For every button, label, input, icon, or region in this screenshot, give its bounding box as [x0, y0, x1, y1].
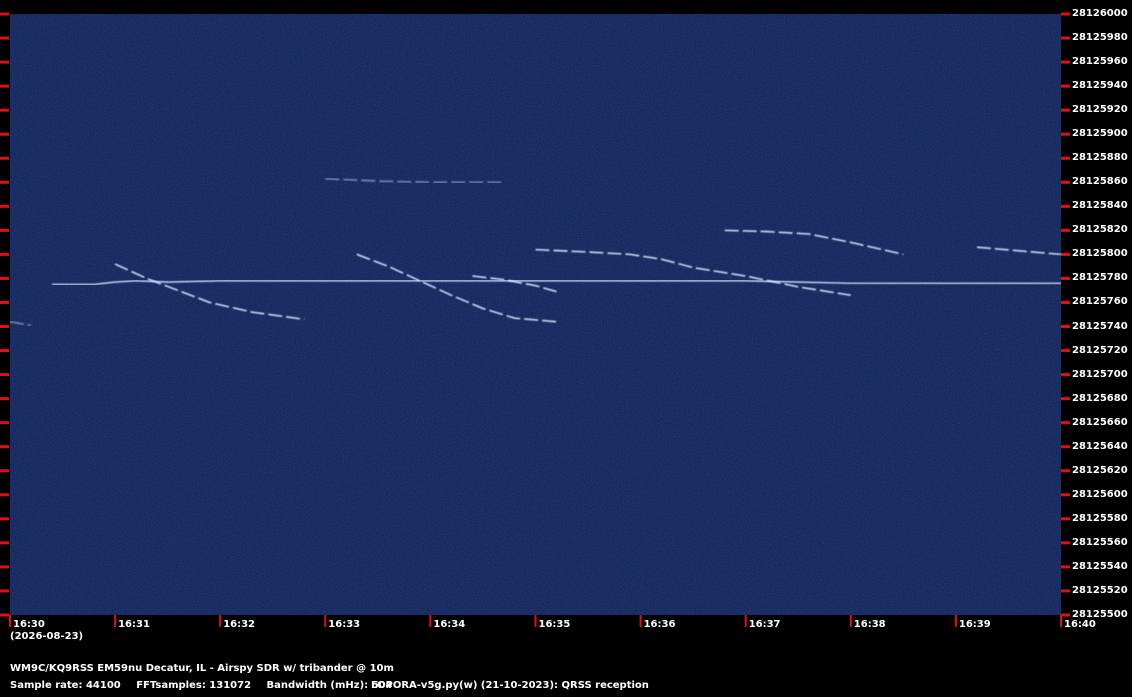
y-tick-label: 28125980: [1072, 32, 1128, 44]
y-tick-label: 28125560: [1072, 536, 1128, 548]
x-tick-label: 16:34: [433, 619, 466, 630]
date-label: (2026-08-23): [10, 631, 84, 642]
y-tick-label: 28125600: [1072, 488, 1128, 500]
y-tick-label: 28125840: [1072, 200, 1128, 212]
x-tick-label: 16:40: [1064, 619, 1096, 630]
y-tick-label: 28125740: [1072, 320, 1128, 332]
x-tick-label: 16:31: [118, 619, 150, 630]
x-tick-label: 16:32: [223, 619, 256, 630]
x-tick-label: 16:39: [958, 619, 991, 630]
y-tick-label: 28125680: [1072, 392, 1128, 404]
y-tick-label: 28125920: [1072, 104, 1128, 116]
program-version: LOPORA-v5g.py(w) (21-10-2023): QRSS rece…: [371, 680, 649, 691]
y-tick-label: 28125820: [1072, 224, 1128, 236]
x-tick-label: 16:35: [538, 619, 571, 630]
y-tick-label: 28125760: [1072, 296, 1128, 308]
y-tick-label: 28125700: [1072, 368, 1128, 380]
y-tick-label: 28125720: [1072, 344, 1128, 356]
params-line: Sample rate: 44100 FFTsamples: 131072 Ba…: [10, 680, 649, 691]
y-tick-label: 28125800: [1072, 248, 1128, 260]
y-tick-label: 28125880: [1072, 152, 1128, 164]
y-tick-label: 28125960: [1072, 56, 1128, 68]
y-tick-label: 28126000: [1072, 8, 1128, 19]
spectrogram-chart: [0, 12, 1070, 627]
waterfall-noise: [10, 14, 1061, 615]
x-tick-label: 16:33: [328, 619, 361, 630]
x-tick-label: 16:37: [748, 619, 781, 630]
station-info: WM9C/KQ9RSS EM59nu Decatur, IL - Airspy …: [10, 663, 394, 674]
y-tick-label: 28125640: [1072, 440, 1128, 452]
y-tick-label: 28125660: [1072, 416, 1128, 428]
y-tick-label: 28125900: [1072, 128, 1128, 140]
sample-rate: Sample rate: 44100: [10, 680, 121, 691]
x-tick-label: 16:30: [13, 619, 45, 630]
y-tick-label: 28125540: [1072, 560, 1128, 572]
y-tick-label: 28125620: [1072, 464, 1128, 476]
y-tick-label: 28125580: [1072, 512, 1128, 524]
x-tick-group: [9, 615, 1062, 627]
x-tick-label: 16:38: [853, 619, 886, 630]
x-tick-label: 16:36: [643, 619, 676, 630]
y-tick-label: 28125940: [1072, 80, 1128, 92]
y-tick-label: 28125780: [1072, 272, 1128, 284]
y-tick-label: 28125860: [1072, 176, 1128, 188]
y-tick-label: 28125520: [1072, 584, 1128, 596]
fft-samples: FFTsamples: 131072: [136, 680, 252, 691]
